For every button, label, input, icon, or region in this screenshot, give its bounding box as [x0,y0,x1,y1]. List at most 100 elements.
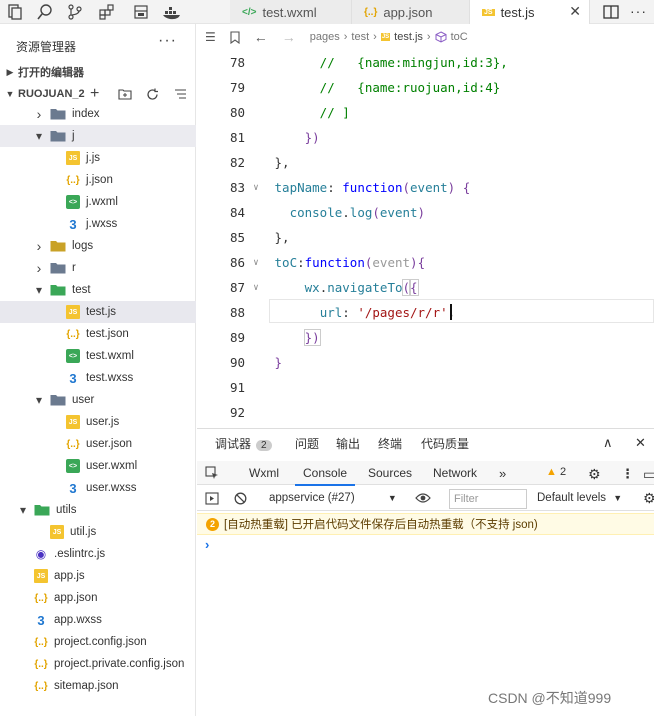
close-icon[interactable]: ✕ [569,3,581,20]
fold-chevron-icon[interactable]: ∨ [245,183,267,193]
back-arrow-icon[interactable]: ← [254,29,268,45]
json-file-icon: {..} [66,328,80,340]
tab-wxml[interactable]: Wxml [249,466,279,480]
tree-folder[interactable]: ▾ test [0,279,196,301]
tree-file[interactable]: JS test.js [0,301,196,323]
more-tabs-icon[interactable]: » [499,466,506,481]
tree-file[interactable]: {..} app.json [0,587,196,609]
line-number: 78 [229,55,245,70]
split-editor-icon[interactable] [602,3,620,21]
tree-file[interactable]: {..} user.json [0,433,196,455]
tab-test-js[interactable]: JS test.js ✕ [470,0,590,24]
tree-file[interactable]: <> j.wxml [0,191,196,213]
console-settings-gear-icon[interactable]: ⚙ [643,490,654,507]
inspect-icon[interactable] [205,466,219,480]
clear-console-icon[interactable] [234,492,247,505]
extensions-icon[interactable] [98,3,116,21]
breadcrumb-item[interactable]: test [351,31,369,43]
files-icon[interactable] [6,3,24,21]
tree-item-label: j.json [86,174,113,186]
dropdown-arrow-icon: ▼ [613,493,623,503]
project-section[interactable]: ▼ RUOJUAN_2 + [0,83,196,105]
tree-folder[interactable]: ▾ utils [0,499,196,521]
tree-file[interactable]: JS util.js [0,521,196,543]
tab-app-json[interactable]: {..} app.json [352,0,470,24]
tree-file[interactable]: {..} project.private.config.json [0,653,196,675]
breadcrumb-item[interactable]: toC [451,31,468,43]
code-line: 91 [197,375,654,400]
breadcrumb-item[interactable]: pages [310,31,340,43]
tree-file[interactable]: 3 j.wxss [0,213,196,235]
close-panel-icon[interactable]: ✕ [635,435,646,451]
chevron-up-icon[interactable]: ∧ [603,435,613,451]
tree-file[interactable]: {..} sitemap.json [0,675,196,697]
filter-input[interactable]: Filter [449,489,527,509]
tree-file[interactable]: JS j.js [0,147,196,169]
tab-debugger[interactable]: 调试器 2 [215,435,272,452]
tree-file[interactable]: <> test.wxml [0,345,196,367]
tree-file[interactable]: 3 app.wxss [0,609,196,631]
forward-arrow-icon[interactable]: → [282,29,296,45]
fold-chevron-icon[interactable]: ∨ [245,258,267,268]
json-file-icon: {..} [34,592,48,604]
watermark: CSDN @不知道999 [488,690,612,706]
log-levels-dropdown[interactable]: Default levels ▼ [537,492,622,504]
tree-folder[interactable]: › index [0,103,196,125]
sidebar-toggle-icon[interactable] [205,492,219,505]
outline-list-icon[interactable]: ☰ [205,30,216,44]
source-control-icon[interactable] [66,3,84,21]
console-prompt-icon[interactable]: › [205,537,209,552]
tree-file[interactable]: 3 test.wxss [0,367,196,389]
wxml-file-icon: <> [66,459,80,473]
context-selector[interactable]: appservice (#27) ▼ [269,492,397,504]
docker-icon[interactable] [162,3,182,21]
more-icon[interactable]: ··· [158,32,177,50]
tree-folder[interactable]: ▾ user [0,389,196,411]
kebab-menu-icon[interactable]: ⋮ [621,466,634,482]
explorer-sidebar: 资源管理器 ··· ▶ 打开的编辑器 ▼ RUOJUAN_2 + › index ▾… [0,24,196,716]
tab-sources[interactable]: Sources [368,466,412,480]
search-icon[interactable] [36,3,54,21]
warnings-counter[interactable]: ▲ 2 [546,466,566,478]
collapse-all-icon[interactable] [174,88,187,100]
fold-chevron-icon[interactable]: ∨ [245,283,267,293]
settings-gear-icon[interactable]: ⚙ [588,466,601,483]
save-panel-icon[interactable] [132,3,150,21]
tree-file[interactable]: {..} test.json [0,323,196,345]
tree-file[interactable]: {..} project.config.json [0,631,196,653]
js-file-icon: JS [50,525,64,539]
tree-file[interactable]: <> user.wxml [0,455,196,477]
levels-label: Default levels [537,492,607,504]
tree-file[interactable]: ◉ .eslintrc.js [0,543,196,565]
section-label: 打开的编辑器 [18,67,84,79]
new-file-icon[interactable]: + [90,85,99,103]
breadcrumb-item[interactable]: test.js [394,31,423,43]
dock-icon[interactable]: ▭ [643,466,654,483]
tab-issues[interactable]: 问题 [295,435,319,452]
tree-item-label: user.wxml [86,460,138,472]
new-folder-icon[interactable] [118,88,132,100]
tree-folder[interactable]: › logs [0,235,196,257]
tab-output[interactable]: 输出 [336,435,360,452]
line-number: 85 [229,230,245,245]
tab-console[interactable]: Console [294,466,356,486]
tree-folder[interactable]: › r [0,257,196,279]
folder-icon [50,130,66,142]
tree-folder[interactable]: ▾ j [0,125,196,147]
tab-label: 调试器 [215,437,252,451]
eye-icon[interactable] [415,492,431,504]
tree-file[interactable]: JS user.js [0,411,196,433]
tree-file[interactable]: 3 user.wxss [0,477,196,499]
open-editors-section[interactable]: ▶ 打开的编辑器 [0,61,196,83]
tab-network[interactable]: Network [433,466,477,480]
more-actions-icon[interactable]: ··· [630,3,648,21]
bookmark-icon[interactable] [230,30,240,44]
tab-test-wxml[interactable]: </> test.wxml [230,0,352,24]
code-editor[interactable]: 78 // {name:mingjun,id:3}, 79 // {name:r… [197,50,654,428]
tree-file[interactable]: {..} j.json [0,169,196,191]
tree-file[interactable]: JS app.js [0,565,196,587]
chevron-right-icon: › [36,260,42,276]
refresh-icon[interactable] [146,88,159,101]
tab-code-quality[interactable]: 代码质量 [421,435,469,452]
tab-terminal[interactable]: 终端 [378,435,402,452]
